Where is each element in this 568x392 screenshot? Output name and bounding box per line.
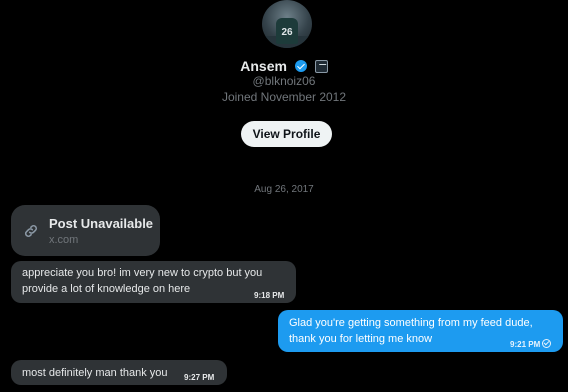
view-profile-button[interactable]: View Profile	[241, 121, 332, 147]
message-bubble-incoming[interactable]: most definitely man thank you 9:27 PM	[11, 360, 227, 385]
message-timestamp: 9:18 PM	[254, 291, 285, 300]
profile-avatar[interactable]: 26	[262, 0, 312, 48]
avatar-jersey: 26	[276, 18, 298, 44]
message-timestamp-row: 9:21 PM	[510, 337, 552, 353]
shared-post-domain: x.com	[49, 234, 79, 246]
shared-post-card[interactable]: Post Unavailable x.com	[11, 205, 160, 256]
message-timestamp: 9:27 PM	[184, 373, 215, 382]
shared-post-title: Post Unavailable	[49, 216, 154, 231]
date-separator: Aug 26, 2017	[254, 184, 314, 195]
message-bubble-outgoing[interactable]: Glad you're getting something from my fe…	[278, 310, 563, 352]
profile-handle: @blknoiz06	[252, 74, 316, 88]
read-check-icon	[542, 339, 552, 348]
message-timestamp: 9:21 PM	[510, 340, 541, 349]
profile-joined-date: Joined November 2012	[221, 90, 347, 104]
message-text: appreciate you bro! im very new to crypt…	[22, 267, 263, 295]
affiliate-badge-icon[interactable]	[314, 59, 328, 73]
profile-name-row: Ansem	[0, 57, 568, 74]
verified-badge-icon	[294, 60, 307, 73]
message-bubble-incoming[interactable]: appreciate you bro! im very new to crypt…	[11, 261, 296, 303]
link-icon	[24, 224, 38, 238]
profile-name[interactable]: Ansem	[240, 58, 287, 74]
